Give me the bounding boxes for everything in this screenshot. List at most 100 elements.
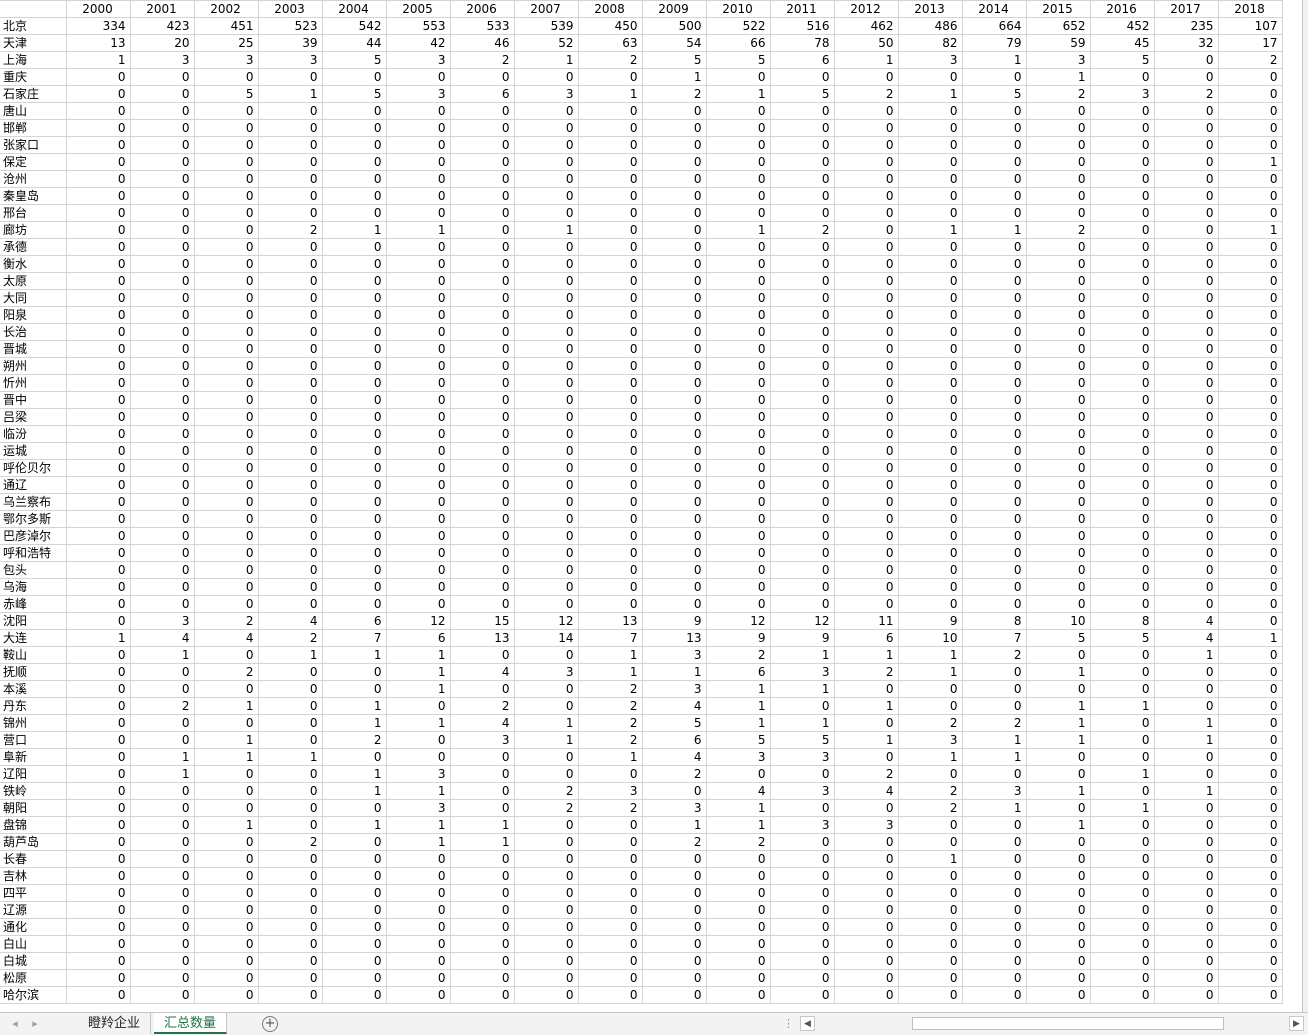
value-cell[interactable]: 0: [258, 289, 323, 307]
value-cell[interactable]: 0: [514, 578, 579, 596]
value-cell[interactable]: 0: [194, 187, 259, 205]
city-name-cell[interactable]: 鄂尔多斯: [0, 510, 67, 528]
value-cell[interactable]: 0: [834, 476, 899, 494]
value-cell[interactable]: 0: [642, 527, 707, 545]
value-cell[interactable]: 3: [1026, 51, 1091, 69]
value-cell[interactable]: 0: [386, 459, 451, 477]
value-cell[interactable]: 0: [642, 187, 707, 205]
value-cell[interactable]: 0: [130, 969, 195, 987]
value-cell[interactable]: 0: [834, 833, 899, 851]
value-cell[interactable]: 0: [66, 595, 131, 613]
value-cell[interactable]: 0: [1154, 969, 1219, 987]
value-cell[interactable]: 0: [450, 646, 515, 664]
value-cell[interactable]: 0: [194, 357, 259, 375]
value-cell[interactable]: 0: [258, 918, 323, 936]
city-name-cell[interactable]: 巴彦淖尔: [0, 527, 67, 545]
value-cell[interactable]: 0: [386, 731, 451, 749]
arrow-right-icon[interactable]: ▶: [1289, 1016, 1304, 1031]
value-cell[interactable]: 0: [642, 561, 707, 579]
value-cell[interactable]: 0: [1218, 986, 1283, 1004]
value-cell[interactable]: 0: [130, 442, 195, 460]
value-cell[interactable]: 1: [1154, 731, 1219, 749]
year-header-cell[interactable]: 2014: [962, 0, 1027, 18]
value-cell[interactable]: 0: [1090, 816, 1155, 834]
value-cell[interactable]: 15: [450, 612, 515, 630]
value-cell[interactable]: 0: [1154, 136, 1219, 154]
value-cell[interactable]: 4: [642, 748, 707, 766]
value-cell[interactable]: 0: [258, 391, 323, 409]
value-cell[interactable]: 0: [1154, 221, 1219, 239]
value-cell[interactable]: 0: [514, 306, 579, 324]
value-cell[interactable]: 0: [66, 578, 131, 596]
value-cell[interactable]: 0: [706, 969, 771, 987]
value-cell[interactable]: 1: [130, 765, 195, 783]
year-header-cell[interactable]: 2018: [1218, 0, 1283, 18]
value-cell[interactable]: 0: [1026, 595, 1091, 613]
value-cell[interactable]: 0: [386, 289, 451, 307]
value-cell[interactable]: 1: [322, 765, 387, 783]
value-cell[interactable]: 0: [450, 408, 515, 426]
value-cell[interactable]: 0: [1026, 680, 1091, 698]
value-cell[interactable]: 1: [898, 646, 963, 664]
value-cell[interactable]: 0: [258, 935, 323, 953]
value-cell[interactable]: 0: [962, 153, 1027, 171]
value-cell[interactable]: 0: [962, 816, 1027, 834]
value-cell[interactable]: 0: [1154, 527, 1219, 545]
header-corner-cell[interactable]: [0, 0, 67, 18]
value-cell[interactable]: 0: [770, 425, 835, 443]
value-cell[interactable]: 0: [322, 867, 387, 885]
value-cell[interactable]: 0: [130, 901, 195, 919]
city-name-cell[interactable]: 白城: [0, 952, 67, 970]
value-cell[interactable]: 0: [130, 153, 195, 171]
value-cell[interactable]: 0: [578, 867, 643, 885]
value-cell[interactable]: 0: [66, 782, 131, 800]
value-cell[interactable]: 0: [1090, 510, 1155, 528]
value-cell[interactable]: 0: [194, 255, 259, 273]
value-cell[interactable]: 423: [130, 17, 195, 35]
value-cell[interactable]: 0: [514, 680, 579, 698]
value-cell[interactable]: 14: [514, 629, 579, 647]
value-cell[interactable]: 0: [194, 952, 259, 970]
value-cell[interactable]: 0: [450, 272, 515, 290]
value-cell[interactable]: 0: [1218, 476, 1283, 494]
value-cell[interactable]: 0: [450, 391, 515, 409]
value-cell[interactable]: 0: [322, 306, 387, 324]
city-name-cell[interactable]: 辽源: [0, 901, 67, 919]
value-cell[interactable]: 0: [130, 884, 195, 902]
value-cell[interactable]: 0: [1090, 884, 1155, 902]
value-cell[interactable]: 0: [898, 969, 963, 987]
city-name-cell[interactable]: 衡水: [0, 255, 67, 273]
value-cell[interactable]: 0: [642, 901, 707, 919]
value-cell[interactable]: 1: [386, 714, 451, 732]
value-cell[interactable]: 0: [322, 850, 387, 868]
city-name-cell[interactable]: 乌海: [0, 578, 67, 596]
value-cell[interactable]: 0: [578, 850, 643, 868]
value-cell[interactable]: 0: [66, 850, 131, 868]
value-cell[interactable]: 0: [834, 561, 899, 579]
value-cell[interactable]: 0: [642, 986, 707, 1004]
value-cell[interactable]: 0: [578, 170, 643, 188]
value-cell[interactable]: 0: [642, 969, 707, 987]
value-cell[interactable]: 0: [450, 510, 515, 528]
value-cell[interactable]: 0: [1154, 255, 1219, 273]
value-cell[interactable]: 0: [450, 986, 515, 1004]
value-cell[interactable]: 0: [258, 578, 323, 596]
value-cell[interactable]: 500: [642, 17, 707, 35]
value-cell[interactable]: 1: [130, 748, 195, 766]
value-cell[interactable]: 0: [66, 646, 131, 664]
value-cell[interactable]: 0: [258, 476, 323, 494]
value-cell[interactable]: 0: [514, 442, 579, 460]
value-cell[interactable]: 1: [258, 748, 323, 766]
city-name-cell[interactable]: 长治: [0, 323, 67, 341]
value-cell[interactable]: 0: [66, 544, 131, 562]
city-name-cell[interactable]: 邯郸: [0, 119, 67, 137]
value-cell[interactable]: 2: [1218, 51, 1283, 69]
value-cell[interactable]: 0: [770, 170, 835, 188]
value-cell[interactable]: 0: [66, 425, 131, 443]
value-cell[interactable]: 0: [386, 578, 451, 596]
value-cell[interactable]: 0: [1154, 357, 1219, 375]
year-header-cell[interactable]: 2015: [1026, 0, 1091, 18]
value-cell[interactable]: 4: [450, 714, 515, 732]
value-cell[interactable]: 0: [1026, 918, 1091, 936]
value-cell[interactable]: 0: [1218, 408, 1283, 426]
